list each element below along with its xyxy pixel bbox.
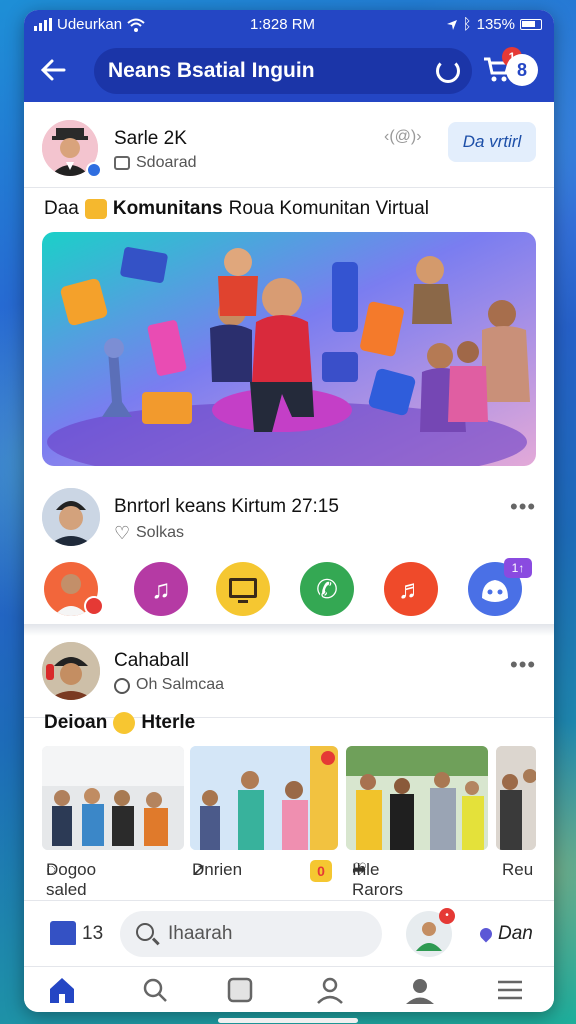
post-actions: ◌ Dogoo saled ➚ Dnrien 0 ♡ Ihle Rarors ➦… <box>24 860 554 899</box>
status-bar: Udeurkan 1:828 RM ᛒ 135% <box>24 10 554 40</box>
back-button[interactable] <box>36 55 70 89</box>
status-right: ᛒ 135% <box>446 16 542 33</box>
post-card: Bnrtorl keans Kirtum 27:15 ♡ Solkas ••• … <box>24 478 554 628</box>
gallery-photo[interactable] <box>42 746 184 850</box>
carrier-name: Udeurkan <box>57 16 123 33</box>
bottom-nav <box>24 966 554 1012</box>
app-shortcuts: ♫ ✆ ♬ 1↑ <box>44 558 534 618</box>
location-button[interactable]: Dan <box>477 923 533 945</box>
verified-icon <box>86 162 102 178</box>
menu-icon <box>498 980 522 1000</box>
author-name[interactable]: Sarle 2K <box>114 128 187 150</box>
author-sub: Sdoarad <box>136 154 197 171</box>
status-time: 1:828 RM <box>250 16 316 33</box>
avatar[interactable] <box>42 642 100 700</box>
refresh-icon[interactable] <box>436 59 460 83</box>
section-title-left: Deioan <box>44 712 108 733</box>
wifi-icon <box>127 18 145 32</box>
caption-text: Roua Komunitan Virtual <box>228 198 429 219</box>
post-author-sub: Oh Salmcaa <box>136 676 225 693</box>
carrier-info: Udeurkan <box>34 16 145 33</box>
post-card: Cahaball Oh Salmcaa ••• <box>24 628 554 718</box>
store-count: 13 <box>82 923 104 944</box>
home-indicator <box>218 1018 358 1023</box>
heart-icon: ♡ <box>114 523 131 543</box>
app-window: Udeurkan 1:828 RM ᛒ 135% Neans Bsatial I… <box>24 10 554 1012</box>
home-icon <box>50 978 74 1003</box>
search-icon <box>143 978 167 1002</box>
bottom-composer: 13 Ihaarah • Dan <box>24 900 554 966</box>
arrow-left-icon <box>40 59 66 81</box>
battery-percent: 135% <box>476 16 515 33</box>
record-badge-icon <box>84 596 104 616</box>
chat-icon <box>114 156 130 170</box>
menu-tab[interactable] <box>492 973 528 1007</box>
gallery-photo[interactable] <box>496 746 536 850</box>
square-icon <box>227 977 253 1003</box>
follow-button[interactable]: Da vrtirl <box>448 122 536 162</box>
comment-label: Dogoo saled <box>46 860 97 899</box>
location-pin-icon <box>477 925 495 943</box>
search-input[interactable]: Ihaarah <box>120 911 382 957</box>
location-arrow-icon <box>446 19 457 30</box>
groups-tab[interactable] <box>402 973 438 1007</box>
forward-icon: ➦ <box>352 860 367 879</box>
phone-icon[interactable]: ✆ <box>300 562 354 616</box>
lens-icon[interactable]: ‹(@)› <box>384 128 434 158</box>
avatar[interactable] <box>42 488 100 546</box>
share-label: Dnrien <box>192 860 243 879</box>
tv-icon[interactable] <box>216 562 270 616</box>
more-icon[interactable]: ••• <box>510 494 536 520</box>
music-icon[interactable]: ♫ <box>134 562 188 616</box>
caption-bold: Komunitans <box>112 198 223 219</box>
clock-icon <box>114 678 130 694</box>
notification-badge: • <box>439 908 455 924</box>
gallery-photo[interactable] <box>190 746 338 850</box>
emoji-icon <box>84 199 107 219</box>
smile-icon <box>113 712 136 734</box>
search-tab[interactable] <box>138 973 174 1007</box>
more-icon[interactable]: ••• <box>510 652 536 678</box>
store-icon[interactable] <box>50 921 76 945</box>
photo-gallery <box>42 746 536 852</box>
home-tab[interactable] <box>44 973 80 1007</box>
audio-icon[interactable]: ♬ <box>384 562 438 616</box>
search-icon <box>136 923 154 941</box>
hero-image[interactable] <box>42 232 536 466</box>
battery-icon <box>520 19 542 30</box>
post-header: Sarle 2K Sdoarad ‹(@)› Da vrtirl <box>24 110 554 188</box>
notification-avatar[interactable]: • <box>406 908 455 957</box>
signal-icon <box>34 18 52 31</box>
top-app-bar: Neans Bsatial Inguin 1 8 <box>24 40 554 102</box>
reply-button[interactable]: Reu <box>502 860 533 880</box>
profile-tab[interactable] <box>312 973 348 1007</box>
search-placeholder: Ihaarah <box>168 923 233 944</box>
post-author-sub: Solkas <box>136 524 185 541</box>
post-author-name[interactable]: Bnrtorl keans Kirtum 27:15 <box>114 496 339 518</box>
post-caption: Daa Komunitans Roua Komunitan Virtual <box>44 198 429 220</box>
page-title: Neans Bsatial Inguin <box>108 59 315 82</box>
person-icon <box>317 977 343 1004</box>
group-icon <box>406 979 434 1004</box>
caption-prefix: Daa <box>44 198 79 219</box>
reaction-badge[interactable]: 0 <box>310 860 332 882</box>
bluetooth-icon: ᛒ <box>462 16 472 33</box>
section-title: Deioan Hterle <box>44 712 195 734</box>
section-title-right: Hterle <box>141 712 196 733</box>
profile-button[interactable]: 8 <box>506 54 538 86</box>
gallery-photo[interactable] <box>346 746 488 850</box>
apps-tab[interactable] <box>222 973 258 1007</box>
post-author-name[interactable]: Cahaball <box>114 650 189 672</box>
discord-badge: 1↑ <box>504 558 532 578</box>
location-label: Dan <box>498 923 533 944</box>
title-pill[interactable]: Neans Bsatial Inguin <box>94 48 472 94</box>
